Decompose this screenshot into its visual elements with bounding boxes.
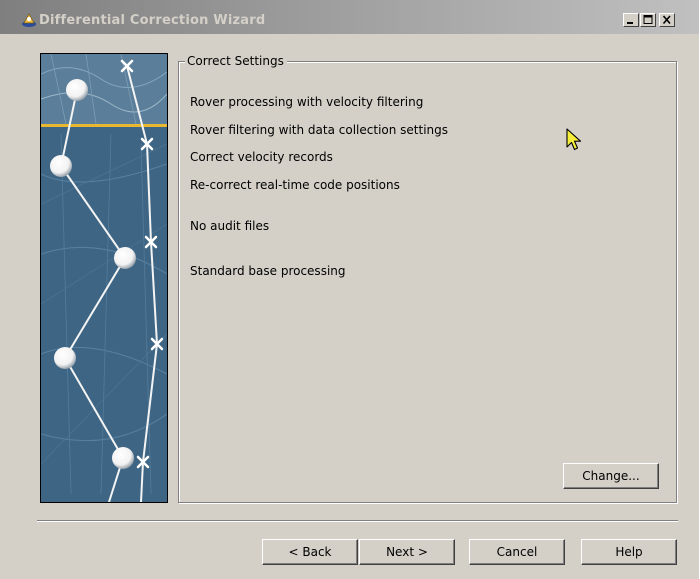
change-button[interactable]: Change... [563, 463, 659, 489]
route-node [114, 247, 136, 269]
minimize-button[interactable] [623, 13, 639, 27]
maximize-button[interactable] [640, 13, 656, 27]
close-button[interactable] [659, 13, 675, 27]
close-icon [662, 15, 671, 25]
cancel-button[interactable]: Cancel [469, 539, 565, 565]
route-node [54, 347, 76, 369]
route-node [50, 155, 72, 177]
group-legend: Correct Settings [185, 54, 287, 68]
footer-separator [37, 520, 678, 522]
mouse-pointer-icon [566, 128, 582, 151]
setting-audit-files: No audit files [190, 219, 270, 233]
wizard-satellite-icon [22, 13, 36, 27]
setting-rover-filtering: Rover filtering with data collection set… [190, 123, 449, 137]
setting-velocity-records: Correct velocity records [190, 150, 333, 164]
setting-base-processing: Standard base processing [190, 264, 346, 278]
route-map-illustration [41, 54, 167, 502]
accent-stripe [41, 124, 167, 127]
setting-rover-processing: Rover processing with velocity filtering [190, 95, 424, 109]
back-button[interactable]: < Back [262, 539, 358, 565]
next-button[interactable]: Next > [359, 539, 455, 565]
wizard-side-image [40, 53, 168, 503]
route-node [112, 447, 134, 469]
minimize-icon [627, 22, 633, 24]
route-node [66, 79, 88, 101]
maximize-icon [643, 15, 653, 24]
help-button[interactable]: Help [581, 539, 677, 565]
window-title: Differential Correction Wizard [39, 13, 266, 28]
setting-recorrect-positions: Re-correct real-time code positions [190, 178, 400, 192]
wizard-window: Differential Correction Wizard Correct S… [0, 0, 700, 579]
title-bar[interactable]: Differential Correction Wizard [0, 0, 699, 34]
